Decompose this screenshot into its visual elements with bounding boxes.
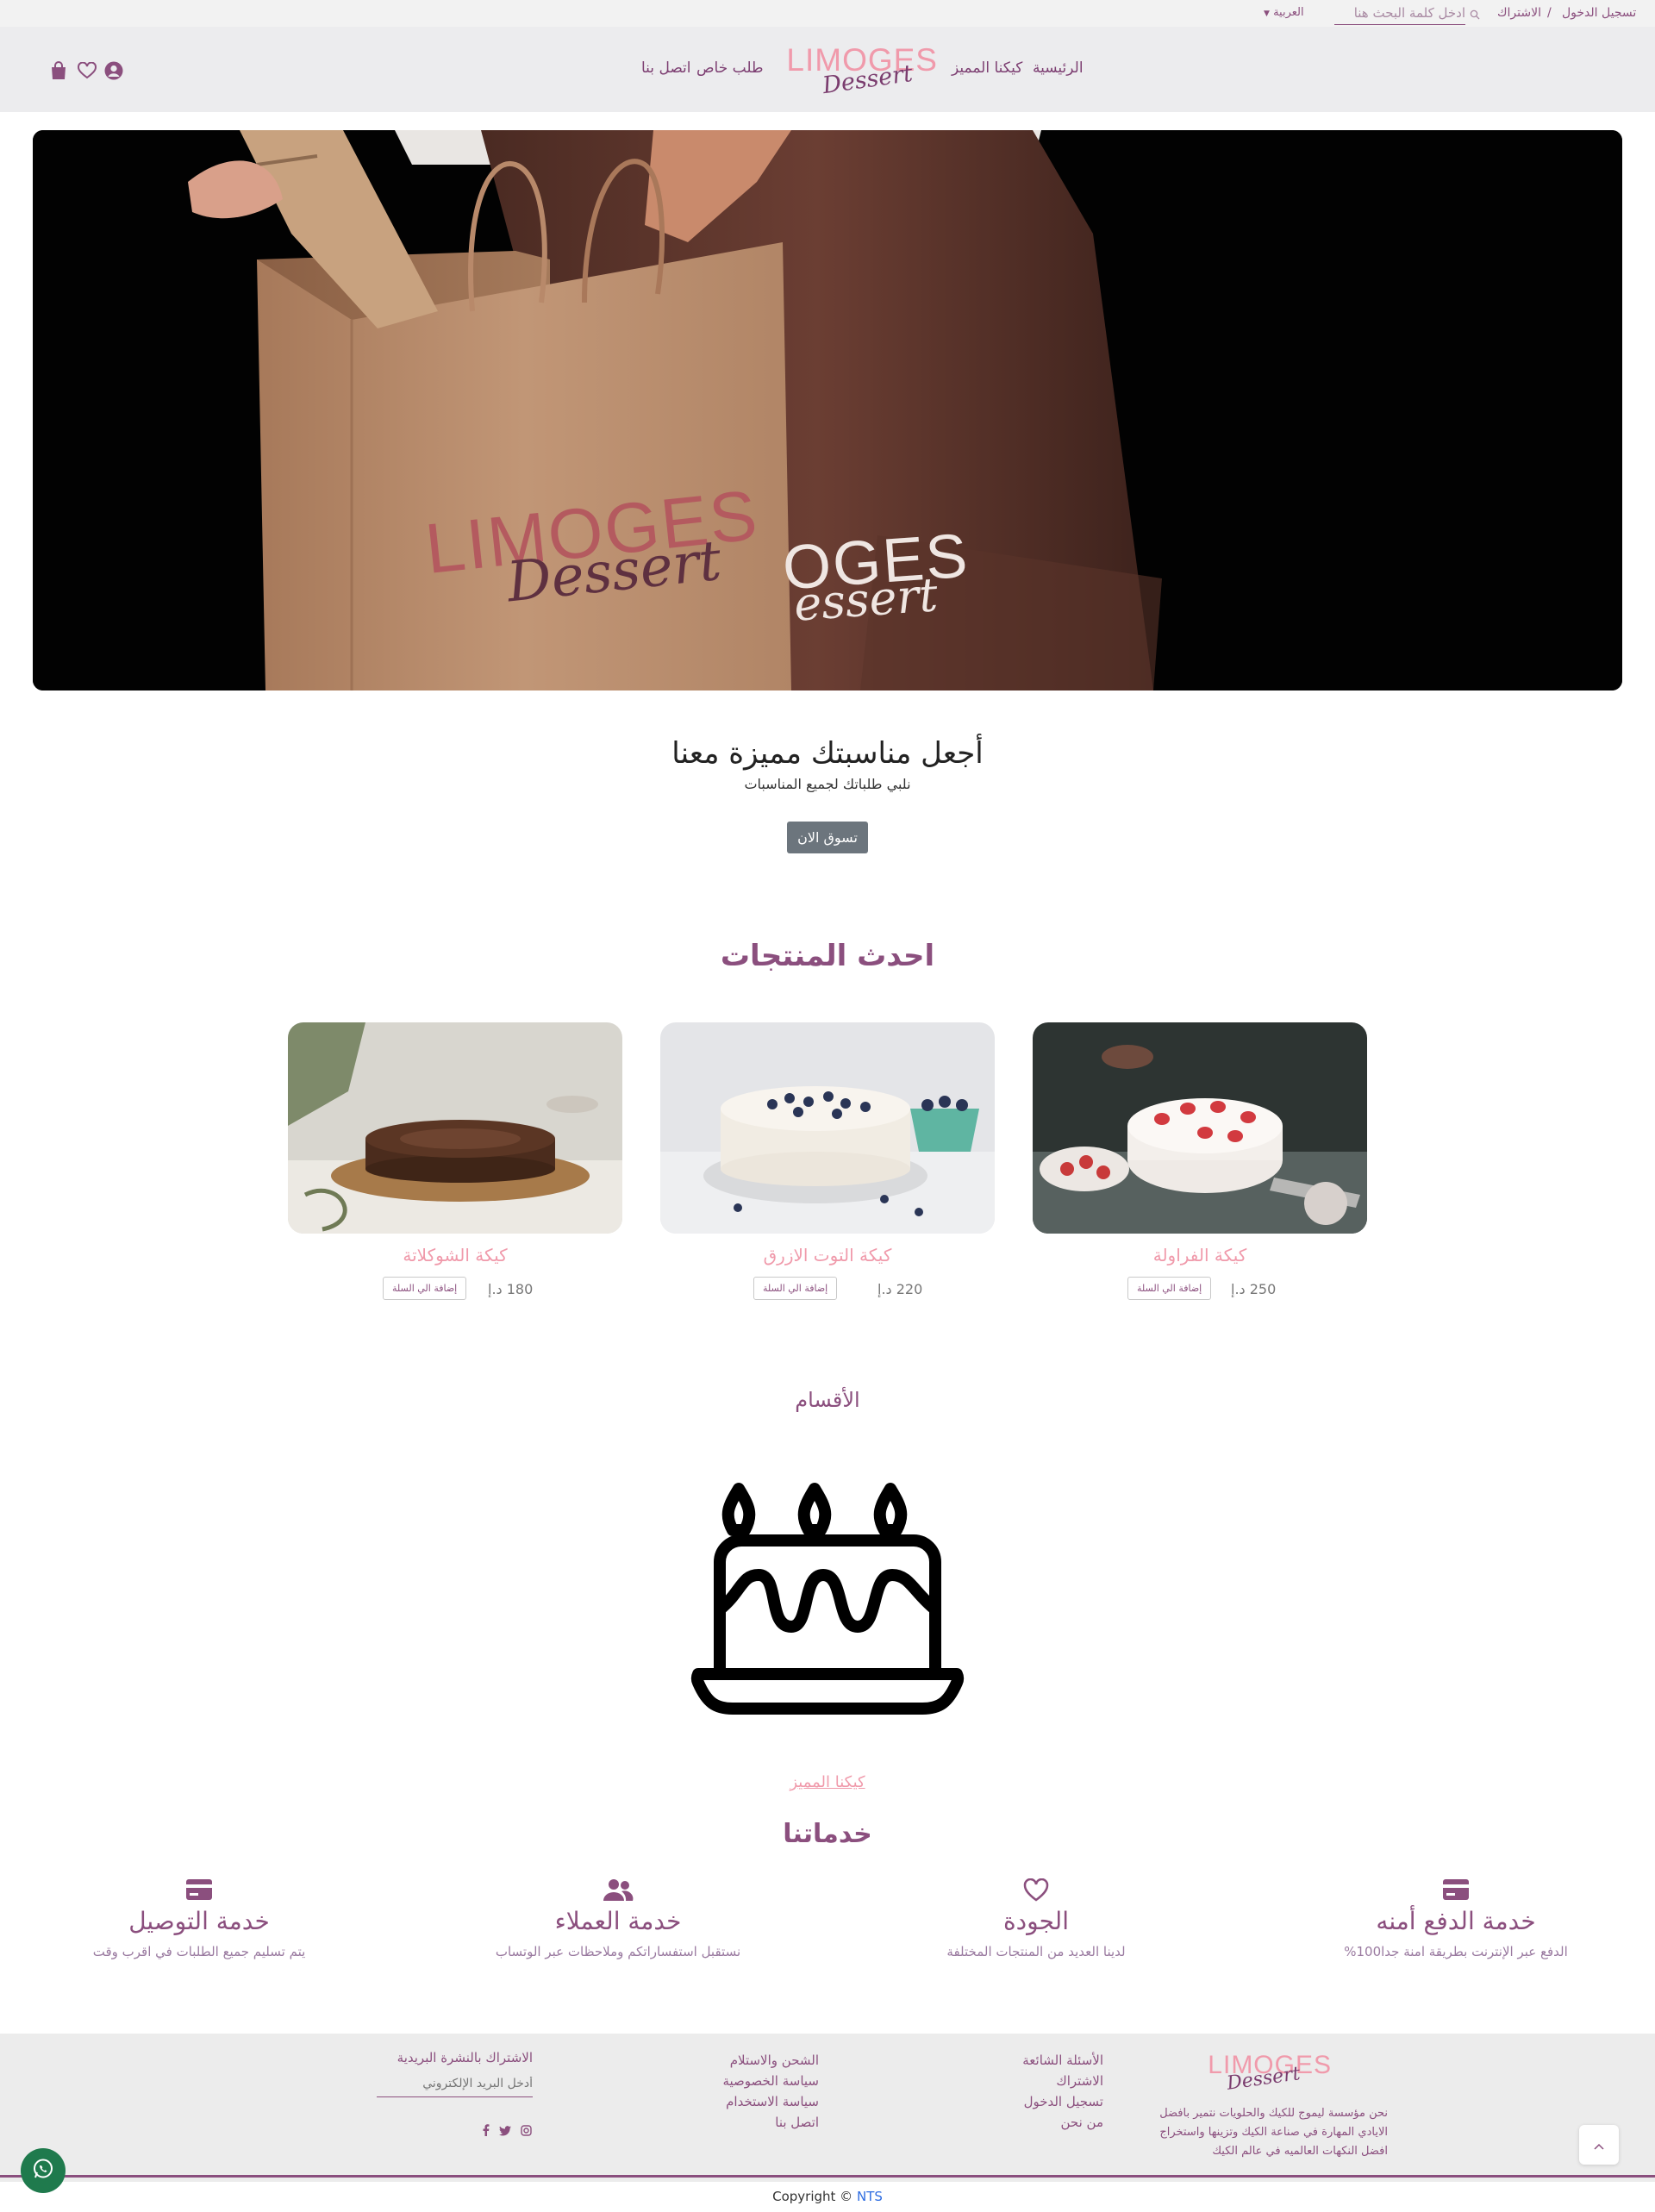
- service-item: الجودة لدينا العديد من المنتجات المختلفة: [881, 1876, 1191, 1959]
- whatsapp-button[interactable]: [21, 2148, 66, 2193]
- product-card[interactable]: كيكة الشوكلاتة 180 د.إ إضافة الي السلة: [288, 1022, 622, 1300]
- login-link[interactable]: تسجيل الدخول: [1562, 6, 1636, 20]
- credit-card-icon: [1301, 1876, 1611, 1903]
- categories-title: الأقسام: [795, 1388, 860, 1412]
- service-item: خدمة التوصيل يتم تسليم جميع الطلبات في ا…: [44, 1876, 354, 1959]
- product-image[interactable]: [288, 1022, 622, 1234]
- copyright-text: Copyright © NTS: [0, 2182, 1655, 2211]
- footer-link-login[interactable]: تسجيل الدخول: [931, 2091, 1103, 2112]
- product-price: 250 د.إ: [1231, 1281, 1277, 1297]
- apron-logo: OGES essert: [780, 521, 971, 632]
- footer-about-line: الايادي المهارة في صناعة الكيك وتزينها و…: [1159, 2126, 1388, 2139]
- whatsapp-icon: [32, 2158, 54, 2184]
- product-name[interactable]: كيكة الشوكلاتة: [288, 1245, 622, 1265]
- product-price: 180 د.إ: [488, 1281, 534, 1297]
- footer-link-privacy[interactable]: سياسة الخصوصية: [646, 2071, 819, 2091]
- nav-contact[interactable]: اتصل بنا: [641, 59, 691, 77]
- top-utility-bar: تسجيل الدخول / الاشتراك العربية ▼: [0, 0, 1655, 27]
- product-name[interactable]: كيكة التوت الازرق: [660, 1245, 995, 1265]
- newsletter-email-input[interactable]: [378, 2071, 533, 2096]
- facebook-icon[interactable]: [483, 2123, 490, 2140]
- service-description: لدينا العديد من المنتجات المختلفة: [946, 1944, 1126, 1959]
- nav-special-order[interactable]: طلب خاص: [696, 59, 764, 77]
- social-links: [483, 2123, 532, 2140]
- site-footer: LIMOGES Dessert نحن مؤسسة ليموج للكيك وا…: [0, 2034, 1655, 2212]
- user-account-icon[interactable]: [104, 61, 123, 84]
- service-title: الجودة: [1003, 1907, 1069, 1935]
- services-title: خدماتنا: [783, 1819, 872, 1849]
- topbar-separator: /: [1547, 6, 1552, 20]
- footer-links-col2: الشحن والاستلام سياسة الخصوصية سياسة الا…: [646, 2050, 819, 2133]
- search-icon[interactable]: [1470, 7, 1480, 23]
- language-dropdown[interactable]: العربية ▼: [1264, 6, 1304, 19]
- footer-link-contact[interactable]: اتصل بنا: [646, 2112, 819, 2133]
- category-featured-link[interactable]: كيكنا المميز: [790, 1773, 865, 1791]
- service-item: خدمة الدفع أمنه الدفع عبر الإنترنت بطريق…: [1301, 1876, 1611, 1959]
- service-description: نستقبل استفساراتكم وملاحظات عبر الوتساب: [495, 1944, 741, 1959]
- hero-heading: أجعل مناسبتك مميزة معنا: [671, 736, 984, 771]
- instagram-icon[interactable]: [521, 2123, 532, 2140]
- search-input[interactable]: [1336, 2, 1465, 24]
- copyright-bar: Copyright © NTS: [0, 2182, 1655, 2212]
- footer-link-signup[interactable]: الاشتراك: [931, 2071, 1103, 2091]
- category-featured-link-wrap: كيكنا المميز: [0, 1773, 1655, 1791]
- heart-icon: [881, 1876, 1191, 1903]
- footer-link-about[interactable]: من نحن: [931, 2112, 1104, 2133]
- footer-link-terms[interactable]: سياسة الاستخدام: [646, 2091, 819, 2112]
- add-to-cart-button[interactable]: إضافة الي السلة: [383, 1277, 467, 1300]
- nav-featured-cakes[interactable]: كيكنا المميز: [952, 59, 1022, 77]
- service-title: خدمة التوصيل: [128, 1907, 270, 1935]
- category-cake-icon[interactable]: [681, 1480, 974, 1721]
- footer-link-faq[interactable]: الأسئلة الشائعة: [931, 2050, 1103, 2071]
- copyright-link[interactable]: NTS: [857, 2189, 883, 2204]
- twitter-icon[interactable]: [499, 2123, 511, 2140]
- back-to-top-button[interactable]: [1579, 2125, 1619, 2165]
- search-field: [1334, 2, 1465, 25]
- product-price: 220 د.إ: [877, 1281, 923, 1297]
- footer-links-col1: الأسئلة الشائعة الاشتراك تسجيل الدخول من…: [931, 2050, 1103, 2133]
- newsletter-field: [377, 2071, 533, 2097]
- cart-bag-icon[interactable]: [50, 61, 67, 84]
- product-card[interactable]: كيكة التوت الازرق 220 د.إ إضافة الي السل…: [660, 1022, 995, 1300]
- product-card[interactable]: كيكة الفراولة 250 د.إ إضافة الي السلة: [1033, 1022, 1367, 1300]
- footer-about-line: نحن مؤسسة ليموج للكيك والحلويات نتمير با…: [1159, 2107, 1388, 2120]
- site-logo[interactable]: LIMOGES Dessert: [786, 44, 938, 100]
- service-title: خدمة العملاء: [554, 1907, 682, 1935]
- footer-about: نحن مؤسسة ليموج للكيك والحلويات نتمير با…: [1129, 2104, 1388, 2161]
- add-to-cart-button[interactable]: إضافة الي السلة: [753, 1277, 838, 1300]
- service-title: خدمة الدفع أمنه: [1376, 1907, 1536, 1935]
- service-item: خدمة العملاء نستقبل استفساراتكم وملاحظات…: [463, 1876, 773, 1959]
- users-icon: [463, 1876, 773, 1903]
- copyright-label: Copyright ©: [772, 2189, 853, 2204]
- chevron-up-icon: [1594, 2137, 1604, 2153]
- product-image[interactable]: [660, 1022, 995, 1234]
- product-name[interactable]: كيكة الفراولة: [1033, 1245, 1367, 1265]
- newsletter-title: الاشتراك بالنشرة البريدية: [397, 2050, 533, 2065]
- footer-about-line: افضل النكهات العالميه في عالم الكيك: [1212, 2145, 1388, 2158]
- nav-home[interactable]: الرئيسية: [1033, 59, 1084, 77]
- shop-now-button[interactable]: تسوق الان: [787, 822, 868, 853]
- service-description: يتم تسليم جميع الطلبات في اقرب وقت: [92, 1944, 306, 1959]
- service-description: الدفع عبر الإنترنت بطريقة امنة جدا100%: [1344, 1944, 1568, 1959]
- hero-subheading: نلبي طلباتك لجميع المناسبات: [744, 776, 911, 792]
- wishlist-heart-icon[interactable]: [78, 61, 97, 83]
- credit-card-icon: [44, 1876, 354, 1903]
- add-to-cart-button[interactable]: إضافة الي السلة: [1127, 1277, 1212, 1300]
- hero-banner: LIMOGES Dessert OGES essert: [33, 130, 1622, 690]
- footer-logo[interactable]: LIMOGES Dessert: [1202, 2051, 1332, 2095]
- signup-link[interactable]: الاشتراك: [1497, 6, 1541, 20]
- product-image[interactable]: [1033, 1022, 1367, 1234]
- latest-products-title: احدث المنتجات: [720, 939, 935, 973]
- footer-link-shipping[interactable]: الشحن والاستلام: [646, 2050, 819, 2071]
- language-label: العربية: [1273, 6, 1304, 19]
- chevron-down-icon: ▼: [1264, 9, 1270, 18]
- footer-divider: [0, 2175, 1655, 2178]
- site-header: الرئيسية كيكنا المميز طلب خاص اتصل بنا L…: [0, 27, 1655, 112]
